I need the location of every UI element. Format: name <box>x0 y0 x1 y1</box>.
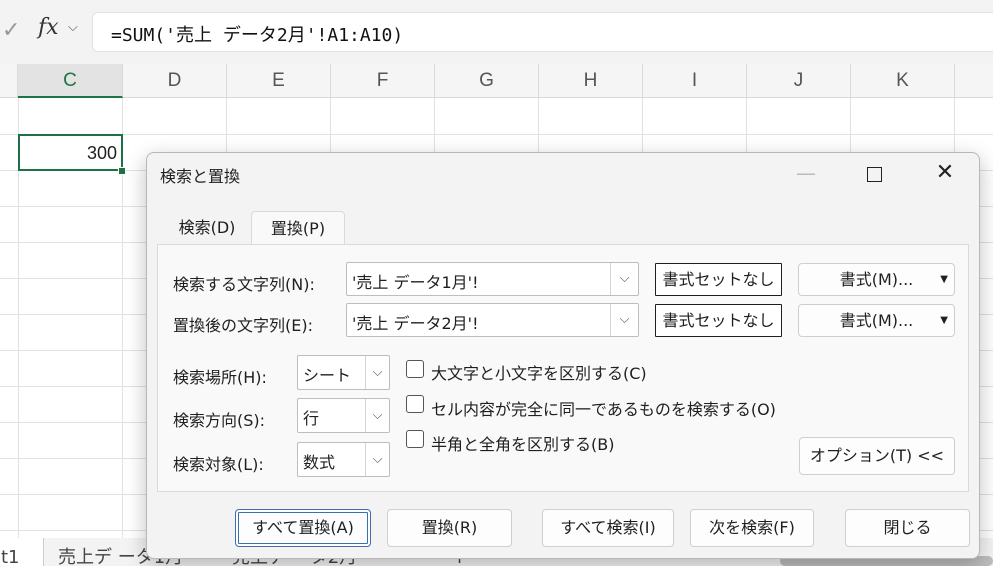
no-format-button[interactable]: 書式セットなし <box>655 304 782 337</box>
within-value: シート <box>303 366 352 385</box>
column-header-i[interactable]: I <box>643 64 747 98</box>
chevron-down-icon[interactable]: ⌵ <box>68 20 78 35</box>
chevron-down-icon[interactable]: ⌵ <box>365 443 389 476</box>
replace-with-combo[interactable]: '売上 データ2月'! ⌵ <box>346 303 639 337</box>
within-label: 検索場所(H): <box>173 368 267 387</box>
find-next-button[interactable]: 次を検索(F) <box>690 509 814 547</box>
find-what-combo[interactable]: '売上 データ1月'! ⌵ <box>346 262 639 296</box>
search-direction-label: 検索方向(S): <box>173 411 266 430</box>
column-header-c[interactable]: C <box>18 64 123 98</box>
chevron-down-icon[interactable]: ⌵ <box>610 304 638 336</box>
cell-value: 300 <box>86 143 117 163</box>
column-header-partial[interactable] <box>0 64 18 98</box>
formula-input[interactable]: =SUM('売上 データ2月'!A1:A10) <box>92 12 993 52</box>
chevron-down-icon[interactable]: ⌵ <box>365 399 389 432</box>
match-entire-label: セル内容が完全に同一であるものを検索する(O) <box>431 400 776 419</box>
look-in-label: 検索対象(L): <box>173 455 264 474</box>
check-icon[interactable]: ✓ <box>2 18 20 43</box>
match-entire-checkbox[interactable] <box>406 395 424 413</box>
formula-bar: ✓ fx ⌵ =SUM('売上 データ2月'!A1:A10) <box>0 0 993 64</box>
minimize-icon: — <box>796 161 816 185</box>
within-select[interactable]: シート ⌵ <box>297 355 390 390</box>
replace-format-button[interactable]: 書式(M)... ▼ <box>798 304 955 337</box>
fx-icon[interactable]: fx <box>38 15 59 40</box>
search-direction-select[interactable]: 行 ⌵ <box>297 398 390 433</box>
dropdown-arrow-icon: ▼ <box>940 315 948 326</box>
format-label: 書式(M)... <box>839 311 914 330</box>
match-case-label: 大文字と小文字を区別する(C) <box>431 364 647 383</box>
active-cell[interactable]: 300 <box>18 134 123 171</box>
match-case-checkbox[interactable] <box>406 360 424 378</box>
dropdown-arrow-icon: ▼ <box>940 274 948 285</box>
replace-button[interactable]: 置換(R) <box>387 509 512 547</box>
find-replace-dialog: 検索と置換 — ✕ 検索(D) 置換(P) 検索する文字列(N): '売上 デー… <box>146 152 980 559</box>
dialog-title: 検索と置換 <box>160 167 241 186</box>
column-header-d[interactable]: D <box>123 64 227 98</box>
fill-handle[interactable] <box>118 167 126 175</box>
look-in-select[interactable]: 数式 ⌵ <box>297 442 390 477</box>
search-direction-value: 行 <box>303 409 320 428</box>
column-header-f[interactable]: F <box>331 64 435 98</box>
column-header-partial[interactable] <box>955 64 993 98</box>
column-header-k[interactable]: K <box>851 64 955 98</box>
column-header-j[interactable]: J <box>747 64 851 98</box>
match-byte-label: 半角と全角を区別する(B) <box>431 435 615 454</box>
column-header-h[interactable]: H <box>539 64 643 98</box>
sheet-tab-active[interactable]: t1 <box>0 538 44 566</box>
formula-text: =SUM('売上 データ2月'!A1:A10) <box>111 25 404 46</box>
tab-replace[interactable]: 置換(P) <box>251 211 345 245</box>
find-all-button[interactable]: すべて検索(I) <box>542 509 674 547</box>
replace-label: 置換後の文字列(E): <box>173 316 313 335</box>
find-label: 検索する文字列(N): <box>173 275 315 294</box>
replace-panel: 検索する文字列(N): '売上 データ1月'! ⌵ 書式セットなし 書式(M).… <box>157 244 969 492</box>
look-in-value: 数式 <box>303 453 336 472</box>
maximize-button[interactable] <box>851 157 897 189</box>
format-label: 書式(M)... <box>839 270 914 289</box>
options-button[interactable]: オプション(T) << <box>799 437 955 475</box>
close-icon[interactable]: ✕ <box>922 157 968 189</box>
tab-find[interactable]: 検索(D) <box>163 211 251 245</box>
column-header-e[interactable]: E <box>227 64 331 98</box>
column-header-g[interactable]: G <box>435 64 539 98</box>
find-what-value: '売上 データ1月'! <box>352 273 479 292</box>
maximize-icon <box>866 167 882 182</box>
replace-all-button[interactable]: すべて置換(A) <box>235 509 371 547</box>
grid-line <box>0 134 993 135</box>
chevron-down-icon[interactable]: ⌵ <box>365 356 389 389</box>
find-format-button[interactable]: 書式(M)... ▼ <box>798 263 955 296</box>
no-format-button[interactable]: 書式セットなし <box>655 263 782 296</box>
close-button[interactable]: 閉じる <box>845 509 970 547</box>
replace-with-value: '売上 データ2月'! <box>352 314 479 333</box>
chevron-down-icon[interactable]: ⌵ <box>610 263 638 295</box>
match-byte-checkbox[interactable] <box>406 430 424 448</box>
